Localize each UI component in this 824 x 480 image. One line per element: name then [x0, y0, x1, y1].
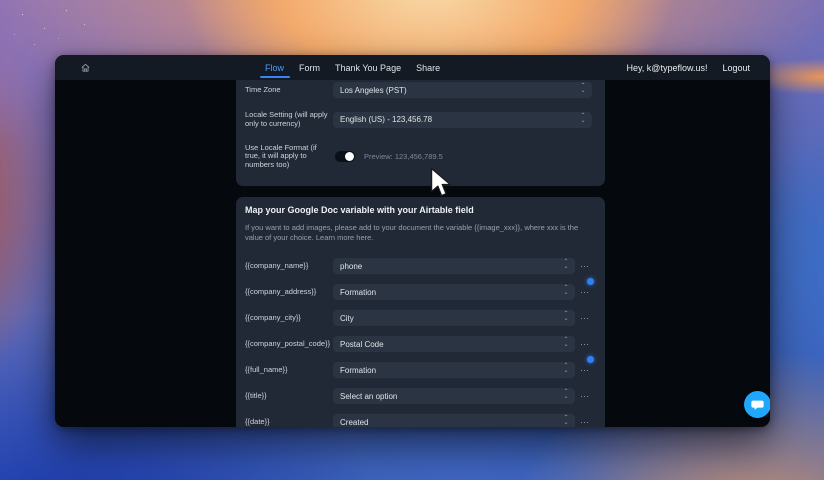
mapping-panel: Map your Google Doc variable with your A… — [236, 197, 605, 427]
variable-label: {{date}} — [245, 416, 270, 426]
select-stepper-icon — [562, 312, 570, 324]
select-stepper-icon — [562, 416, 570, 427]
map-row-company-address: {{company_address}} Formation ⋯ — [245, 278, 594, 300]
locale-row: Locale Setting (will apply only to curre… — [245, 110, 592, 129]
desktop-wallpaper: Flow Form Thank You Page Share Hey, k@ty… — [0, 0, 824, 480]
user-greeting: Hey, k@typeflow.us! — [626, 62, 708, 73]
chat-bubble-icon — [751, 400, 764, 410]
field-select[interactable]: Formation — [333, 284, 575, 300]
field-value: Select an option — [340, 391, 398, 401]
field-value: Created — [340, 417, 369, 427]
row-options: ⋯ — [579, 258, 591, 274]
field-value: phone — [340, 261, 363, 271]
app-window: Flow Form Thank You Page Share Hey, k@ty… — [55, 55, 770, 427]
field-select[interactable]: City — [333, 310, 575, 326]
locale-label: Locale Setting (will apply only to curre… — [245, 110, 328, 128]
field-value: Formation — [340, 287, 377, 297]
field-value: Postal Code — [340, 339, 384, 349]
settings-panel: Time Zone Los Angeles (PST) Locale Setti… — [236, 80, 605, 186]
notification-badge — [587, 278, 594, 285]
row-options: ⋯ — [579, 278, 594, 300]
field-value: Formation — [340, 365, 377, 375]
select-stepper-icon — [579, 114, 587, 126]
select-stepper-icon — [562, 338, 570, 350]
variable-label: {{company_name}} — [245, 260, 309, 270]
locale-select[interactable]: English (US) - 123,456.78 — [333, 111, 592, 128]
variable-label: {{full_name}} — [245, 364, 288, 374]
more-options-icon[interactable]: ⋯ — [580, 414, 590, 427]
chat-widget-button[interactable] — [744, 391, 770, 418]
select-stepper-icon — [579, 84, 587, 96]
locale-format-toggle[interactable] — [335, 151, 355, 163]
nav-tabs: Flow Form Thank You Page Share — [265, 55, 440, 80]
locale-value: English (US) - 123,456.78 — [340, 115, 433, 125]
locale-format-row: Use Locale Format (if true, it will appl… — [245, 142, 592, 170]
timezone-row: Time Zone Los Angeles (PST) — [245, 82, 592, 98]
more-options-icon[interactable]: ⋯ — [580, 310, 590, 326]
select-stepper-icon — [562, 390, 570, 402]
tab-flow[interactable]: Flow — [265, 55, 284, 80]
map-row-date: {{date}} Created ⋯ — [245, 414, 591, 427]
map-row-company-name: {{company_name}} phone ⋯ — [245, 258, 591, 274]
variable-label: {{company_postal_code}} — [245, 338, 331, 348]
tab-thank-you-page[interactable]: Thank You Page — [335, 55, 401, 80]
field-select[interactable]: phone — [333, 258, 575, 274]
variable-label: {{title}} — [245, 390, 267, 400]
field-select[interactable]: Formation — [333, 362, 575, 378]
more-options-icon[interactable]: ⋯ — [580, 336, 590, 352]
toggle-knob — [345, 152, 354, 162]
app-header: Flow Form Thank You Page Share Hey, k@ty… — [55, 55, 770, 80]
variable-label: {{company_address}} — [245, 286, 317, 296]
timezone-select[interactable]: Los Angeles (PST) — [333, 82, 592, 98]
more-options-icon[interactable]: ⋯ — [580, 388, 590, 404]
locale-format-preview: Preview: 123,456,789.5 — [364, 152, 443, 162]
row-options: ⋯ — [579, 356, 594, 378]
notification-badge — [587, 356, 594, 363]
row-options: ⋯ — [579, 388, 591, 404]
timezone-value: Los Angeles (PST) — [340, 85, 407, 95]
field-select[interactable]: Created — [333, 414, 575, 427]
more-options-icon[interactable]: ⋯ — [580, 258, 590, 274]
header-right: Hey, k@typeflow.us! Logout — [626, 55, 750, 80]
variable-label: {{company_city}} — [245, 312, 301, 322]
mapping-title: Map your Google Doc variable with your A… — [245, 205, 474, 215]
map-row-full-name: {{full_name}} Formation ⋯ — [245, 356, 594, 378]
select-stepper-icon — [562, 260, 570, 272]
tab-form[interactable]: Form — [299, 55, 320, 80]
map-row-company-postal-code: {{company_postal_code}} Postal Code ⋯ — [245, 336, 591, 352]
timezone-label: Time Zone — [245, 84, 281, 94]
select-stepper-icon — [562, 286, 570, 298]
select-stepper-icon — [562, 364, 570, 376]
home-icon — [81, 63, 89, 72]
wallpaper-sparkles — [0, 0, 1, 1]
more-options-icon[interactable]: ⋯ — [580, 362, 590, 378]
logout-button[interactable]: Logout — [722, 63, 750, 73]
row-options: ⋯ — [579, 336, 591, 352]
map-row-title: {{title}} Select an option ⋯ — [245, 388, 591, 404]
row-options: ⋯ — [579, 310, 591, 326]
field-select[interactable]: Select an option — [333, 388, 575, 404]
home-button[interactable] — [77, 59, 93, 75]
mapping-description: If you want to add images, please add to… — [245, 223, 579, 242]
map-row-company-city: {{company_city}} City ⋯ — [245, 310, 591, 326]
field-select[interactable]: Postal Code — [333, 336, 575, 352]
tab-share[interactable]: Share — [416, 55, 440, 80]
field-value: City — [340, 313, 354, 323]
locale-format-label: Use Locale Format (if true, it will appl… — [245, 142, 317, 170]
row-options: ⋯ — [579, 414, 591, 427]
more-options-icon[interactable]: ⋯ — [580, 284, 590, 300]
